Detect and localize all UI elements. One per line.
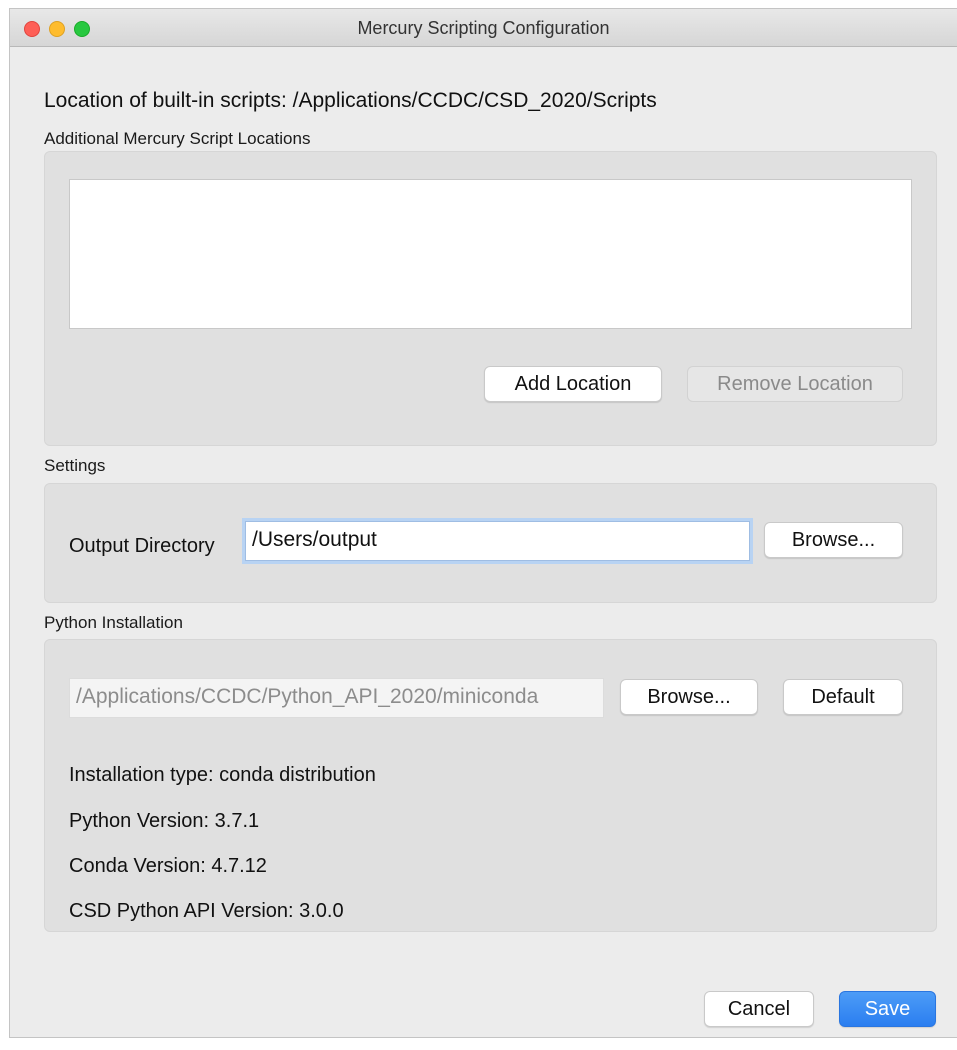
window-title: Mercury Scripting Configuration (357, 18, 610, 38)
output-browse-button[interactable]: Browse... (764, 522, 903, 558)
remove-location-button[interactable]: Remove Location (687, 366, 903, 402)
title-bar[interactable]: Mercury Scripting Configuration (10, 9, 957, 47)
output-directory-label: Output Directory (69, 535, 215, 557)
api-version-text: CSD Python API Version: 3.0.0 (69, 900, 344, 922)
python-version-text: Python Version: 3.7.1 (69, 810, 260, 832)
python-path-field[interactable]: /Applications/CCDC/Python_API_2020/minic… (69, 678, 604, 718)
settings-group: Output Directory /Users/output Browse... (44, 483, 937, 603)
additional-locations-label: Additional Mercury Script Locations (44, 129, 311, 148)
config-dialog: Mercury Scripting Configuration Location… (9, 8, 957, 1038)
save-button[interactable]: Save (839, 991, 936, 1027)
installation-type-text: Installation type: conda distribution (69, 764, 376, 786)
python-browse-button[interactable]: Browse... (620, 679, 758, 715)
python-installation-label: Python Installation (44, 613, 183, 632)
script-locations-list[interactable] (69, 179, 912, 329)
python-installation-group: /Applications/CCDC/Python_API_2020/minic… (44, 639, 937, 932)
settings-label: Settings (44, 456, 106, 475)
add-location-button[interactable]: Add Location (484, 366, 662, 402)
cancel-button[interactable]: Cancel (704, 991, 814, 1027)
additional-locations-group: Add Location Remove Location (44, 151, 937, 446)
conda-version-text: Conda Version: 4.7.12 (69, 855, 267, 877)
python-default-button[interactable]: Default (783, 679, 903, 715)
output-directory-field[interactable]: /Users/output (245, 521, 750, 561)
builtin-scripts-location: Location of built-in scripts: /Applicati… (44, 89, 657, 112)
